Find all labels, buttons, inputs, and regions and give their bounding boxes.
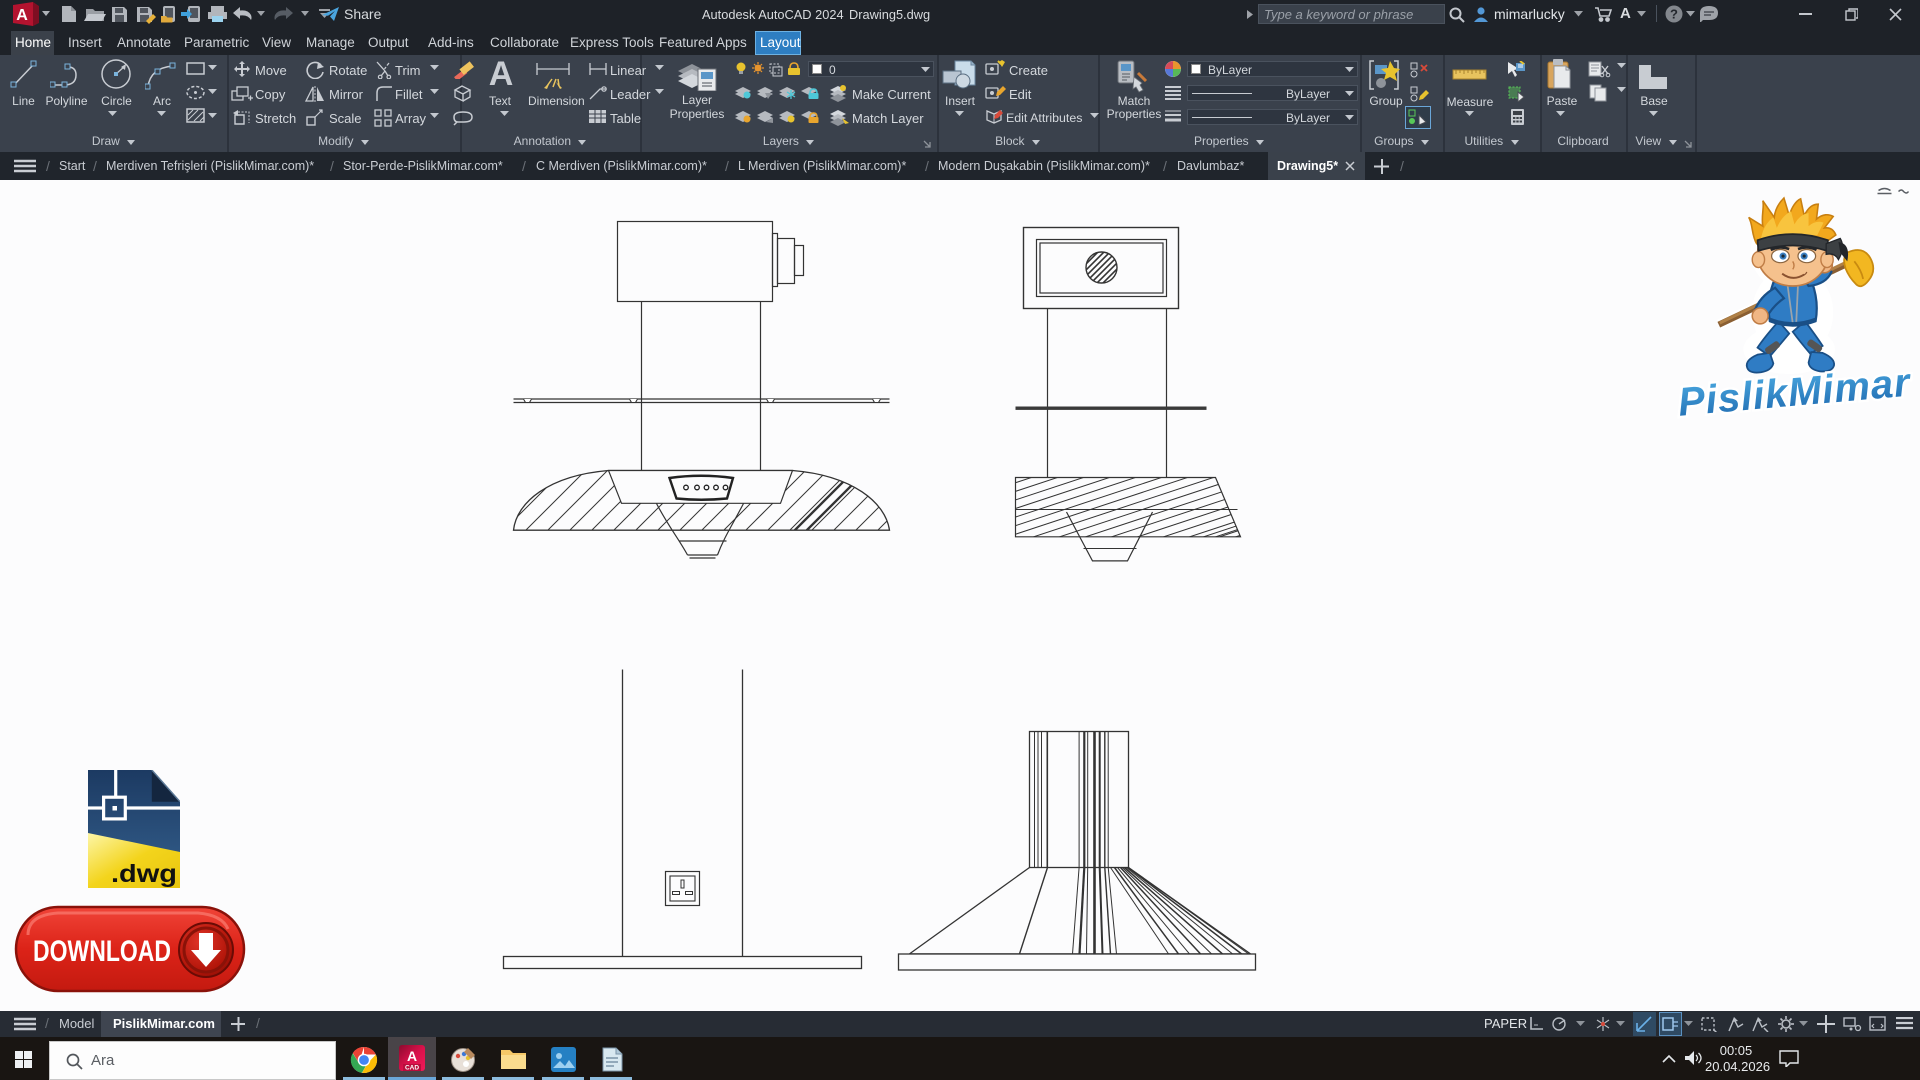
svg-text:DOWNLOAD: DOWNLOAD [33, 935, 171, 968]
svg-text:A: A [16, 7, 28, 24]
svg-text:.dwg: .dwg [111, 860, 177, 888]
svg-text:A: A [407, 1048, 417, 1064]
svg-text:?: ? [1670, 7, 1678, 22]
svg-text:PislikMimar: PislikMimar [1676, 360, 1913, 424]
svg-text:CAD: CAD [405, 1065, 419, 1072]
